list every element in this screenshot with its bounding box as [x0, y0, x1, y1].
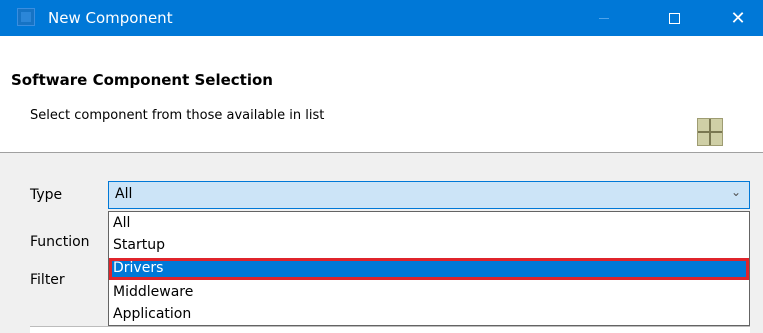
maximize-button[interactable]: [651, 0, 697, 36]
close-icon: ✕: [730, 7, 746, 29]
filter-label: Filter: [30, 272, 65, 288]
function-label: Function: [30, 234, 90, 250]
close-button[interactable]: ✕: [715, 0, 761, 36]
type-combobox-value: All: [115, 186, 133, 202]
window-title: New Component: [48, 9, 173, 27]
page-title: Software Component Selection: [11, 71, 273, 89]
dropdown-item-all[interactable]: All: [109, 213, 749, 235]
minimize-icon: [599, 17, 609, 19]
new-component-window: New Component ✕ Software Component Selec…: [0, 0, 763, 333]
wizard-header: Software Component Selection Select comp…: [0, 36, 763, 153]
type-dropdown-list[interactable]: All Startup Drivers Middleware Applicati…: [108, 211, 750, 326]
page-description: Select component from those available in…: [30, 108, 325, 123]
dropdown-item-startup[interactable]: Startup: [109, 235, 749, 257]
chevron-down-icon[interactable]: ⌄: [731, 185, 741, 199]
minimize-button[interactable]: [581, 0, 627, 36]
dropdown-item-middleware[interactable]: Middleware: [109, 282, 749, 304]
app-icon: [17, 8, 35, 26]
dropdown-item-application[interactable]: Application: [109, 304, 749, 326]
maximize-icon: [668, 12, 680, 24]
component-grid-icon: [697, 118, 723, 146]
dropdown-item-drivers[interactable]: Drivers: [109, 258, 749, 280]
component-table-header: [30, 326, 750, 333]
type-combobox[interactable]: All ⌄: [108, 181, 750, 209]
type-label: Type: [30, 187, 63, 203]
title-bar[interactable]: New Component ✕: [0, 0, 763, 36]
